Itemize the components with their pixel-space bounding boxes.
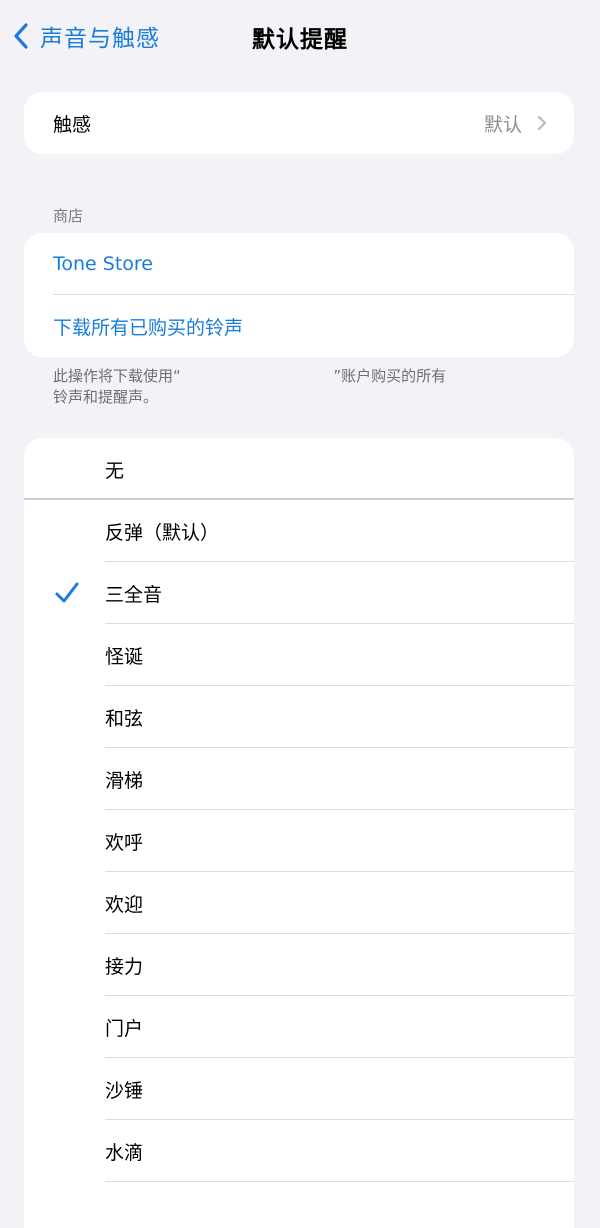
tone-label: 接力 bbox=[105, 955, 144, 978]
tone-label: 和弦 bbox=[105, 707, 144, 730]
tone-label: 反弹（默认） bbox=[105, 521, 220, 544]
tone-rows: 反弹（默认） 三全音怪诞和弦滑梯欢呼欢迎接力门户沙锤水滴 bbox=[24, 500, 574, 1182]
store-section-header: 商店 bbox=[53, 207, 84, 225]
tone-store-link[interactable]: Tone Store bbox=[24, 233, 574, 295]
haptics-value: 默认 bbox=[483, 113, 522, 136]
haptics-card: 触感 默认 bbox=[24, 92, 574, 154]
tone-label: 水滴 bbox=[105, 1141, 144, 1164]
haptics-label: 触感 bbox=[53, 113, 92, 136]
download-purchased-label: 下载所有已购买的铃声 bbox=[53, 316, 244, 339]
store-footnote: 此操作将下载使用“ ”账户购买的所有 铃声和提醒声。 bbox=[53, 366, 523, 408]
tone-row[interactable]: 门户 bbox=[24, 996, 574, 1058]
tone-row[interactable]: 和弦 bbox=[24, 686, 574, 748]
haptics-row[interactable]: 触感 默认 bbox=[24, 92, 574, 154]
page-title: 默认提醒 bbox=[252, 27, 348, 53]
tones-list: 无 反弹（默认） 三全音怪诞和弦滑梯欢呼欢迎接力门户沙锤水滴 bbox=[24, 438, 574, 1228]
tone-label: 三全音 bbox=[105, 583, 163, 606]
tone-row[interactable]: 水滴 bbox=[24, 1120, 574, 1182]
tone-label: 欢迎 bbox=[105, 893, 144, 916]
tone-label: 欢呼 bbox=[105, 831, 144, 854]
haptics-value-group: 默认 bbox=[484, 92, 548, 154]
store-card: Tone Store 下载所有已购买的铃声 bbox=[24, 233, 574, 357]
tone-row[interactable]: 欢迎 bbox=[24, 872, 574, 934]
tone-none-row[interactable]: 无 bbox=[24, 438, 574, 500]
navigation-bar: 声音与触感 默认提醒 bbox=[0, 0, 600, 72]
tone-row[interactable]: 反弹（默认） bbox=[24, 500, 574, 562]
footnote-line-2: 铃声和提醒声。 bbox=[53, 388, 159, 406]
tone-row[interactable]: 滑梯 bbox=[24, 748, 574, 810]
tone-none-label: 无 bbox=[105, 459, 125, 482]
tone-label: 门户 bbox=[105, 1017, 144, 1040]
download-purchased-link[interactable]: 下载所有已购买的铃声 bbox=[24, 295, 574, 357]
divider bbox=[105, 1181, 574, 1182]
tone-row[interactable]: 沙锤 bbox=[24, 1058, 574, 1120]
tone-row[interactable]: 怪诞 bbox=[24, 624, 574, 686]
tone-label: 沙锤 bbox=[105, 1079, 144, 1102]
tone-store-label: Tone Store bbox=[53, 253, 153, 275]
chevron-right-icon bbox=[538, 116, 546, 130]
tone-row[interactable]: 三全音 bbox=[24, 562, 574, 624]
tone-label: 滑梯 bbox=[105, 769, 144, 792]
footnote-line-1: 此操作将下载使用“ ”账户购买的所有 bbox=[53, 367, 447, 385]
checkmark-icon bbox=[55, 582, 79, 603]
tone-row[interactable]: 接力 bbox=[24, 934, 574, 996]
tone-row[interactable]: 欢呼 bbox=[24, 810, 574, 872]
tone-label: 怪诞 bbox=[105, 645, 144, 668]
